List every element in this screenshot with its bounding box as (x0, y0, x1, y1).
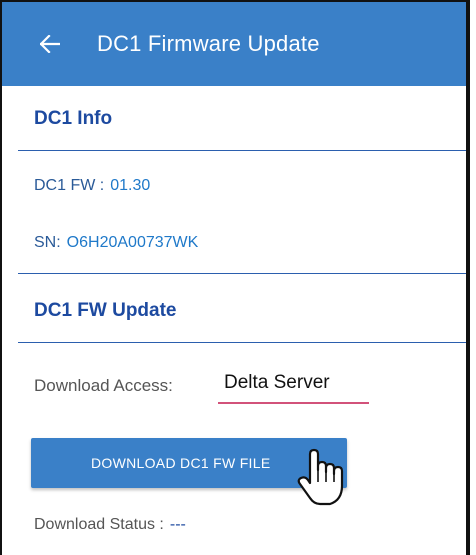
download-status-value: --- (169, 516, 186, 533)
serial-number-value: O6H20A00737WK (66, 234, 199, 251)
divider (18, 342, 466, 343)
download-status-label: Download Status : (34, 516, 164, 533)
serial-number-row: SN: O6H20A00737WK (34, 234, 198, 252)
hand-pointer-icon (296, 448, 352, 508)
download-access-label: Download Access: (34, 376, 173, 395)
page-title: DC1 Firmware Update (97, 31, 320, 56)
section-title-update: DC1 FW Update (34, 300, 177, 321)
serial-number-label: SN: (34, 234, 61, 251)
app-bar: DC1 Firmware Update (2, 2, 466, 86)
fw-version-value: 01.30 (110, 177, 151, 194)
arrow-left-icon[interactable] (39, 33, 61, 55)
fw-version-label: DC1 FW : (34, 177, 105, 194)
download-status-row: Download Status : --- (34, 516, 186, 534)
divider (18, 150, 466, 151)
fw-version-row: DC1 FW : 01.30 (34, 177, 150, 195)
divider (18, 273, 466, 274)
app-screen: DC1 Firmware Update DC1 Info DC1 FW : 01.… (0, 0, 470, 555)
download-access-select[interactable]: Delta Server (218, 372, 369, 404)
section-title-info: DC1 Info (34, 108, 113, 129)
